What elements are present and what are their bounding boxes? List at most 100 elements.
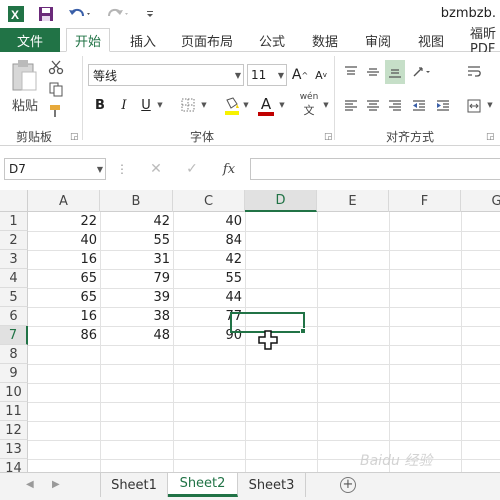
column-header-b[interactable]: B	[100, 190, 173, 212]
format-painter-icon[interactable]	[46, 102, 66, 120]
name-box[interactable]: D7 ▼	[4, 158, 106, 180]
select-all-corner[interactable]	[0, 190, 28, 212]
cell-c5[interactable]: 44	[173, 288, 245, 307]
tab-insert[interactable]: 插入	[130, 28, 156, 52]
align-top-icon[interactable]	[342, 62, 360, 82]
row-header-2[interactable]: 2	[0, 231, 28, 250]
bold-button[interactable]: B	[92, 94, 108, 116]
chevron-down-icon[interactable]: ▼	[156, 100, 164, 110]
fill-color-icon[interactable]	[222, 94, 242, 118]
font-name-select[interactable]: 等线 ▼	[88, 64, 244, 86]
tab-view[interactable]: 视图	[418, 28, 444, 52]
cell-b1[interactable]: 42	[100, 212, 173, 231]
row-header-14[interactable]: 14	[0, 459, 28, 472]
tab-home[interactable]: 开始	[66, 28, 111, 52]
chevron-down-icon[interactable]: ▼	[278, 100, 286, 110]
cell-b4[interactable]: 79	[100, 269, 173, 288]
align-bottom-icon[interactable]	[385, 60, 405, 84]
save-icon[interactable]	[36, 4, 56, 24]
clipboard-launcher-icon[interactable]: ◲	[70, 132, 79, 142]
row-header-7[interactable]: 7	[0, 326, 28, 345]
cell-a4[interactable]: 65	[28, 269, 100, 288]
cell-a6[interactable]: 16	[28, 307, 100, 326]
column-header-e[interactable]: E	[317, 190, 389, 212]
column-header-f[interactable]: F	[389, 190, 461, 212]
chevron-down-icon[interactable]: ▼	[242, 100, 250, 110]
column-header-c[interactable]: C	[173, 190, 245, 212]
font-size-select[interactable]: 11 ▼	[247, 64, 287, 86]
row-header-5[interactable]: 5	[0, 288, 28, 307]
grow-font-icon[interactable]: A ^	[292, 64, 308, 86]
fill-handle[interactable]	[300, 328, 306, 334]
tab-page-layout[interactable]: 页面布局	[181, 28, 233, 52]
increase-indent-icon[interactable]	[434, 96, 452, 116]
scroll-sheets-right-icon[interactable]: ▶	[52, 479, 60, 490]
more-options-icon[interactable]: ⋮	[116, 160, 128, 178]
tab-formulas[interactable]: 公式	[259, 28, 285, 52]
row-header-1[interactable]: 1	[0, 212, 28, 231]
insert-function-icon[interactable]: fx	[218, 158, 240, 180]
formula-input[interactable]	[250, 158, 500, 180]
decrease-indent-icon[interactable]	[410, 96, 428, 116]
sheet-tab-sheet1[interactable]: Sheet1	[100, 473, 168, 497]
cell-c1[interactable]: 40	[173, 212, 245, 231]
column-header-g[interactable]: G	[461, 190, 500, 212]
shrink-font-icon[interactable]: Av	[313, 64, 329, 86]
orientation-icon[interactable]	[410, 62, 432, 82]
sheet-tab-sheet2[interactable]: Sheet2	[168, 473, 238, 497]
cell-a2[interactable]: 40	[28, 231, 100, 250]
font-launcher-icon[interactable]: ◲	[324, 132, 333, 142]
redo-icon[interactable]	[104, 4, 132, 24]
cell-c4[interactable]: 55	[173, 269, 245, 288]
cell-c3[interactable]: 42	[173, 250, 245, 269]
cell-a3[interactable]: 16	[28, 250, 100, 269]
tab-review[interactable]: 审阅	[365, 28, 391, 52]
paste-icon[interactable]	[8, 56, 42, 96]
cancel-icon[interactable]: ✕	[146, 158, 166, 180]
row-header-12[interactable]: 12	[0, 421, 28, 440]
chevron-down-icon[interactable]: ▼	[322, 100, 330, 110]
paste-button-label[interactable]: 粘贴	[8, 96, 42, 114]
cell-b2[interactable]: 55	[100, 231, 173, 250]
phonetic-guide-icon[interactable]: wén 文	[296, 92, 322, 118]
alignment-launcher-icon[interactable]: ◲	[486, 132, 495, 142]
row-header-6[interactable]: 6	[0, 307, 28, 326]
chevron-down-icon[interactable]: ▼	[200, 100, 208, 110]
cell-b3[interactable]: 31	[100, 250, 173, 269]
align-middle-icon[interactable]	[364, 62, 382, 82]
scroll-sheets-left-icon[interactable]: ◀	[26, 479, 34, 490]
column-header-a[interactable]: A	[28, 190, 100, 212]
tab-file[interactable]: 文件	[0, 28, 60, 52]
italic-button[interactable]: I	[116, 94, 132, 116]
font-color-icon[interactable]: A	[256, 94, 276, 118]
cell-b7[interactable]: 48	[100, 326, 173, 345]
column-header-d[interactable]: D	[245, 190, 317, 212]
row-header-9[interactable]: 9	[0, 364, 28, 383]
enter-icon[interactable]: ✓	[182, 158, 202, 180]
cell-a5[interactable]: 65	[28, 288, 100, 307]
cell-b6[interactable]: 38	[100, 307, 173, 326]
cell-b5[interactable]: 39	[100, 288, 173, 307]
undo-icon[interactable]	[66, 4, 94, 24]
align-left-icon[interactable]	[342, 96, 360, 116]
align-center-icon[interactable]	[364, 96, 382, 116]
cell-a1[interactable]: 22	[28, 212, 100, 231]
row-header-11[interactable]: 11	[0, 402, 28, 421]
cell-a7[interactable]: 86	[28, 326, 100, 345]
customize-quick-access-icon[interactable]	[144, 4, 156, 24]
wrap-text-icon[interactable]	[464, 62, 484, 82]
align-right-icon[interactable]	[386, 96, 404, 116]
add-sheet-button[interactable]: +	[340, 477, 356, 493]
row-header-3[interactable]: 3	[0, 250, 28, 269]
cut-icon[interactable]	[46, 58, 66, 76]
tab-foxit-pdf[interactable]: 福昕PDF	[470, 27, 500, 57]
chevron-down-icon[interactable]: ▼	[486, 100, 494, 110]
row-header-4[interactable]: 4	[0, 269, 28, 288]
merge-center-icon[interactable]	[464, 96, 484, 116]
underline-button[interactable]: U	[138, 94, 154, 116]
row-header-8[interactable]: 8	[0, 345, 28, 364]
sheet-tab-sheet3[interactable]: Sheet3	[238, 473, 306, 497]
row-header-10[interactable]: 10	[0, 383, 28, 402]
tab-data[interactable]: 数据	[312, 28, 338, 52]
copy-icon[interactable]	[46, 80, 66, 98]
